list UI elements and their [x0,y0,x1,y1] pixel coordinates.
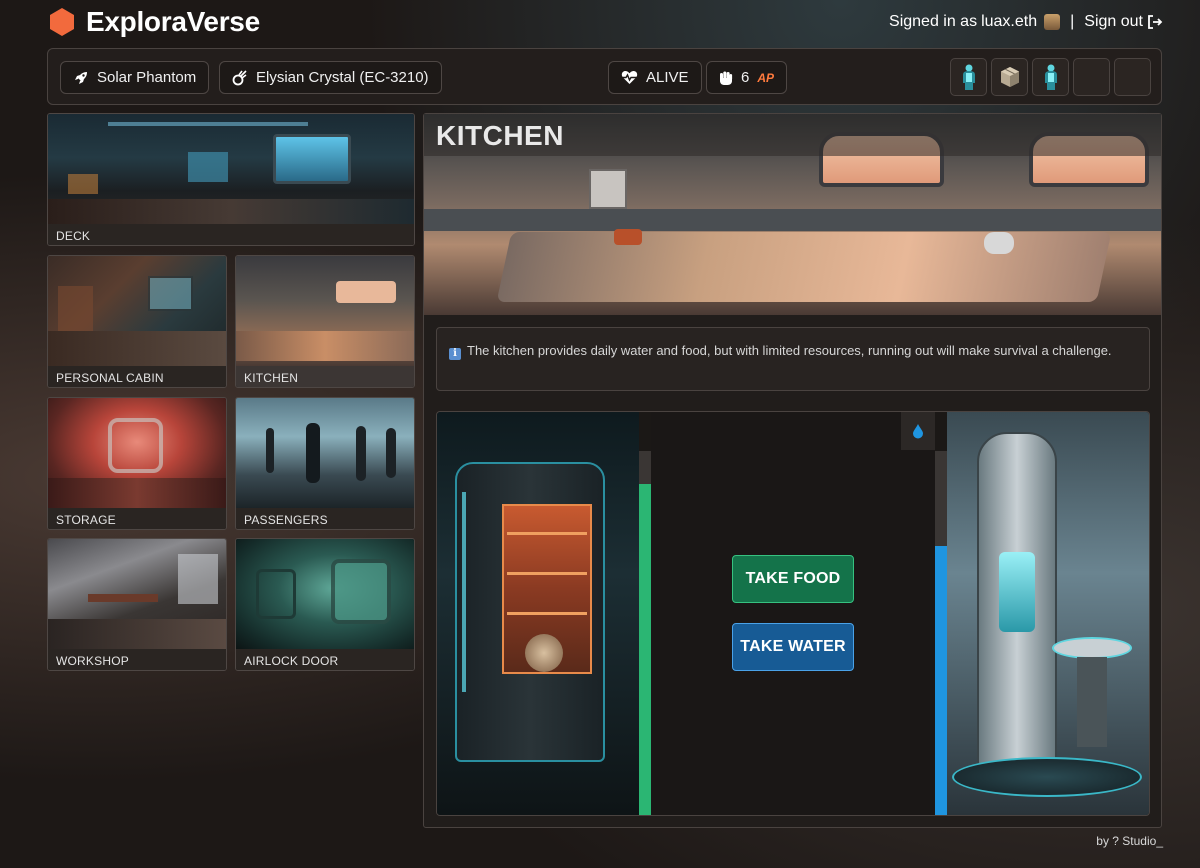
inventory-slot-3[interactable] [1032,58,1069,96]
food-level-bar [639,451,651,815]
ship-chip[interactable]: Solar Phantom [60,61,210,94]
room-card-workshop[interactable]: WORKSHOP [47,538,227,671]
resource-chip[interactable]: Elysian Crystal (EC-3210) [219,61,442,94]
action-points-value: 6 [741,69,750,86]
meteor-icon [232,69,247,85]
room-info-box: i The kitchen provides daily water and fo… [436,327,1150,391]
status-bar: Solar Phantom Elysian Crystal (EC-3210) … [47,48,1162,105]
food-level-fill [639,483,651,815]
info-icon: i [449,348,461,360]
username: luax.eth [981,13,1038,30]
inventory-slot-5[interactable] [1114,58,1151,96]
take-water-button[interactable]: TAKE WATER [732,623,854,671]
room-label: DECK [48,224,414,245]
app-name: ExploraVerse [86,6,260,37]
action-points-unit: AP [757,70,775,85]
top-bar: ExploraVerse Signed in as luax.eth | Sig… [0,0,1200,48]
inventory-slot-4[interactable] [1073,58,1110,96]
vitals-chip: ALIVE [608,61,702,94]
room-label: KITCHEN [236,366,414,387]
water-dispenser-image [947,412,1149,815]
room-label: WORKSHOP [48,649,226,670]
water-level-fill [935,545,947,815]
room-description: The kitchen provides daily water and foo… [467,343,1112,358]
supplies-panel: TAKE FOOD TAKE WATER [436,411,1150,816]
room-image-passengers [236,398,414,508]
supply-controls: TAKE FOOD TAKE WATER [651,412,935,815]
avatar [1044,14,1061,30]
signed-in-prefix: Signed in as [889,13,978,30]
take-food-button[interactable]: TAKE FOOD [732,555,854,603]
cyan-figure-icon [962,64,975,90]
sign-out-link[interactable]: Sign out [1084,13,1163,31]
room-image-airlock-door [236,539,414,649]
action-points-chip: 6 AP [706,61,788,94]
footer-credit: by ? Studio_ [1096,834,1163,848]
fist-icon [720,71,733,85]
cyan-figure-icon [1044,64,1057,90]
room-card-airlock-door[interactable]: AIRLOCK DOOR [235,538,415,671]
vitals-status: ALIVE [646,69,689,86]
room-label: STORAGE [48,508,226,529]
heartbeat-icon [621,70,638,84]
room-card-storage[interactable]: STORAGE [47,397,227,530]
room-label: AIRLOCK DOOR [236,649,414,670]
room-detail-panel: KITCHEN i The kitchen provides daily wate… [423,113,1162,828]
sign-out-icon [1148,15,1163,29]
ship-name: Solar Phantom [97,69,197,86]
room-image-storage [48,398,226,508]
room-image-kitchen [236,256,414,366]
room-image-personal-cabin [48,256,226,366]
droplet-icon [913,424,923,439]
user-bar: Signed in as luax.eth | Sign out [889,13,1163,31]
water-badge [901,412,935,450]
rocket-icon [75,71,87,84]
user-separator: | [1070,13,1075,30]
inventory-slot-1[interactable] [950,58,987,96]
room-image-workshop [48,539,226,649]
room-card-kitchen[interactable]: KITCHEN [235,255,415,388]
inventory-slot-2[interactable] [991,58,1028,96]
crate-icon [1000,67,1019,87]
water-level-bar [935,451,947,815]
room-card-personal-cabin[interactable]: PERSONAL CABIN [47,255,227,388]
room-image-deck [48,114,414,224]
food-dispenser-image [437,412,639,815]
room-label: PERSONAL CABIN [48,366,226,387]
room-card-passengers[interactable]: PASSENGERS [235,397,415,530]
room-card-deck[interactable]: DECK [47,113,415,246]
brand[interactable]: ExploraVerse [48,6,260,38]
sign-out-label: Sign out [1084,13,1143,30]
resource-name: Elysian Crystal (EC-3210) [256,69,429,86]
room-title: KITCHEN [424,114,1161,156]
hexagon-logo-icon [50,8,74,36]
room-label: PASSENGERS [236,508,414,529]
